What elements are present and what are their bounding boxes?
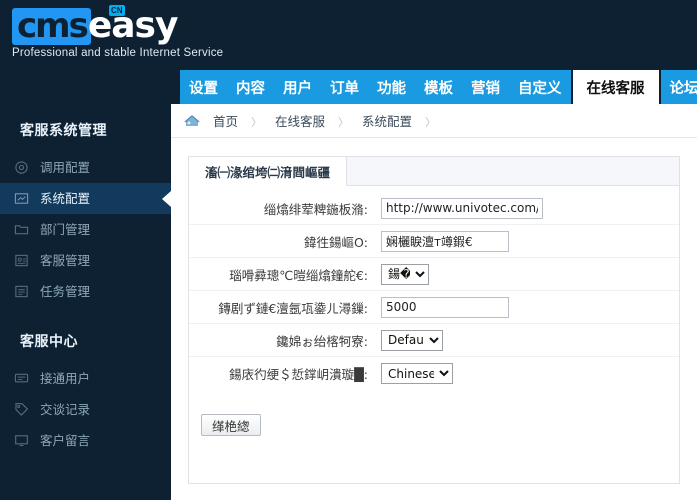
home-icon [183, 112, 201, 130]
admin-page: cmseasy CN Professional and stable Inter… [0, 0, 697, 500]
form-control-wrap [381, 197, 679, 219]
chat-style-select[interactable]: Default [381, 329, 443, 351]
sidebar-item-3[interactable]: 客服管理 [0, 245, 171, 276]
sidebar-group-title-1: 客服系统管理 [20, 123, 107, 139]
sidebar-item-label: 任务管理 [40, 283, 91, 299]
sidebar-item-label: 调用配置 [40, 159, 91, 175]
breadcrumb-link-1[interactable]: 在线客服 [273, 114, 327, 129]
screen-icon [14, 433, 40, 449]
nav-left-spacer [0, 70, 180, 104]
sidebar-item-label: 客服管理 [40, 252, 91, 268]
form-label-5: 鍚庡彴绠＄悊鐣岄潰璇█: [229, 367, 368, 382]
form-row-1: 鍏徃鍚嶇О: [189, 225, 679, 258]
company-name-field[interactable] [381, 230, 509, 252]
sidebar-item-1[interactable]: 系统配置 [0, 183, 171, 214]
gear-icon [14, 160, 40, 176]
top-bar: cmseasy CN Professional and stable Inter… [0, 0, 697, 70]
site-url-field[interactable] [381, 197, 543, 219]
tab-system-config[interactable]: 滀㈠湪绾垮㈡湇閰嶇疆 [189, 157, 348, 186]
nav-item-1[interactable]: 内容 [227, 70, 274, 104]
counter-status-select[interactable]: 鍚� [381, 263, 429, 285]
active-indicator-chevron-icon [162, 190, 171, 207]
form-row-3: 鏄剧ず鏈€澶氬瓨鍌ㄦ潯鏁: [189, 291, 679, 324]
breadcrumb-items: 首页〉在线客服〉系统配置〉 [211, 111, 447, 131]
sidebar-item-label: 客户留言 [40, 432, 91, 448]
form-row-5: 鍚庡彴绠＄悊鐣岄潰璇█: Chinese [189, 357, 679, 390]
sidebar-item-0[interactable]: 接通用户 [0, 363, 171, 394]
breadcrumb-separator: 〉 [251, 116, 263, 129]
logo-tagline: Professional and stable Internet Service [12, 47, 224, 59]
sidebar: 客服系统管理 调用配置系统配置部门管理客服管理任务管理 客服中心 接通用户交谈记… [0, 104, 171, 500]
panel-tabbar: 滀㈠湪绾垮㈡湇閰嶇疆 [189, 157, 679, 186]
nav-item-5[interactable]: 模板 [415, 70, 462, 104]
breadcrumb-separator: 〉 [425, 116, 437, 129]
form-actions: 缂栬緫 [189, 390, 679, 436]
folder-icon [14, 222, 40, 238]
sidebar-item-1[interactable]: 交谈记录 [0, 394, 171, 425]
form-label-3: 鏄剧ず鏈€澶氬瓨鍌ㄦ潯鏁: [218, 300, 368, 316]
sidebar-item-2[interactable]: 客户留言 [0, 425, 171, 456]
logo-easy-text: easy [87, 5, 179, 46]
nav-items: 设置 内容 用户 订单 功能 模板 营销 自定义 在线客服 论坛 [180, 70, 697, 104]
form-row-4: 鑱婂ぉ绐楁牱寮: Default [189, 324, 679, 357]
id-card-icon [14, 253, 40, 269]
nav-item-0[interactable]: 设置 [180, 70, 227, 104]
nav-item-7[interactable]: 自定义 [509, 70, 571, 104]
breadcrumb-link-0[interactable]: 首页 [211, 114, 240, 129]
form-control-wrap: Chinese [381, 363, 679, 384]
sidebar-item-label: 部门管理 [40, 221, 91, 237]
sidebar-group-2: 接通用户交谈记录客户留言 [0, 363, 171, 456]
monitor-icon [14, 191, 40, 207]
sidebar-item-label: 系统配置 [40, 190, 91, 206]
nav-item-8[interactable]: 在线客服 [572, 70, 659, 104]
logo-cms-text: cms [12, 8, 91, 45]
nav-item-3[interactable]: 订单 [321, 70, 368, 104]
nav-item-6[interactable]: 营销 [462, 70, 509, 104]
form-control-wrap [381, 230, 679, 252]
sidebar-item-4[interactable]: 任务管理 [0, 276, 171, 307]
nav-item-2[interactable]: 用户 [274, 70, 321, 104]
sidebar-group-title-2: 客服中心 [20, 334, 78, 350]
nav-item-4[interactable]: 功能 [368, 70, 415, 104]
form-control-wrap: 鍚� [381, 263, 679, 285]
main-nav: 设置 内容 用户 订单 功能 模板 营销 自定义 在线客服 论坛 [0, 70, 697, 104]
form-row-2: 瑙嗗彛璁℃暟缁熻鐘舵€: 鍚� [189, 258, 679, 291]
breadcrumb-link-2[interactable]: 系统配置 [360, 114, 414, 129]
nav-item-9[interactable]: 论坛 [661, 70, 697, 104]
form-label-4: 鑱婂ぉ绐楁牱寮: [276, 333, 368, 349]
admin-language-select[interactable]: Chinese [381, 363, 453, 384]
sidebar-item-label: 接通用户 [40, 370, 91, 386]
sidebar-item-2[interactable]: 部门管理 [0, 214, 171, 245]
sidebar-item-0[interactable]: 调用配置 [0, 152, 171, 183]
chat-icon [14, 371, 40, 387]
form-label-1: 鍏徃鍚嶇О: [303, 234, 368, 250]
settings-panel: 滀㈠湪绾垮㈡湇閰嶇疆 缁熻绯荤粺鍦板潃: 鍏徃鍚嶇О: 瑙嗗彛璁℃暟缁熻鐘舵€: 鍚�… [188, 156, 680, 484]
submit-button[interactable]: 缂栬緫 [201, 414, 261, 436]
tag-icon [14, 402, 40, 418]
sidebar-item-label: 交谈记录 [40, 401, 91, 417]
breadcrumb-separator: 〉 [338, 116, 350, 129]
logo-cn-badge: CN [109, 5, 125, 16]
form-row-0: 缁熻绯荤粺鍦板潃: [189, 192, 679, 225]
system-config-form: 缁熻绯荤粺鍦板潃: 鍏徃鍚嶇О: 瑙嗗彛璁℃暟缁熻鐘舵€: 鍚� 鏄剧ず鏈€澶氬瓨鍌ㄦ潯… [189, 186, 679, 390]
logo-wordmark: cmseasy CN [12, 5, 237, 46]
list-icon [14, 284, 40, 300]
form-control-wrap [381, 296, 679, 318]
form-label-0: 缁熻绯荤粺鍦板潃: [263, 201, 368, 217]
sidebar-group-1: 调用配置系统配置部门管理客服管理任务管理 [0, 152, 171, 307]
content-area: 首页〉在线客服〉系统配置〉 滀㈠湪绾垮㈡湇閰嶇疆 缁熻绯荤粺鍦板潃:鍏徃鍚嶇О:… [171, 104, 697, 500]
form-control-wrap: Default [381, 329, 679, 351]
max-records-field[interactable] [381, 296, 509, 318]
form-label-2: 瑙嗗彛璁℃暟缁熻鐘舵€: [229, 267, 368, 283]
site-logo[interactable]: cmseasy CN Professional and stable Inter… [12, 5, 237, 61]
breadcrumb: 首页〉在线客服〉系统配置〉 [171, 104, 697, 138]
